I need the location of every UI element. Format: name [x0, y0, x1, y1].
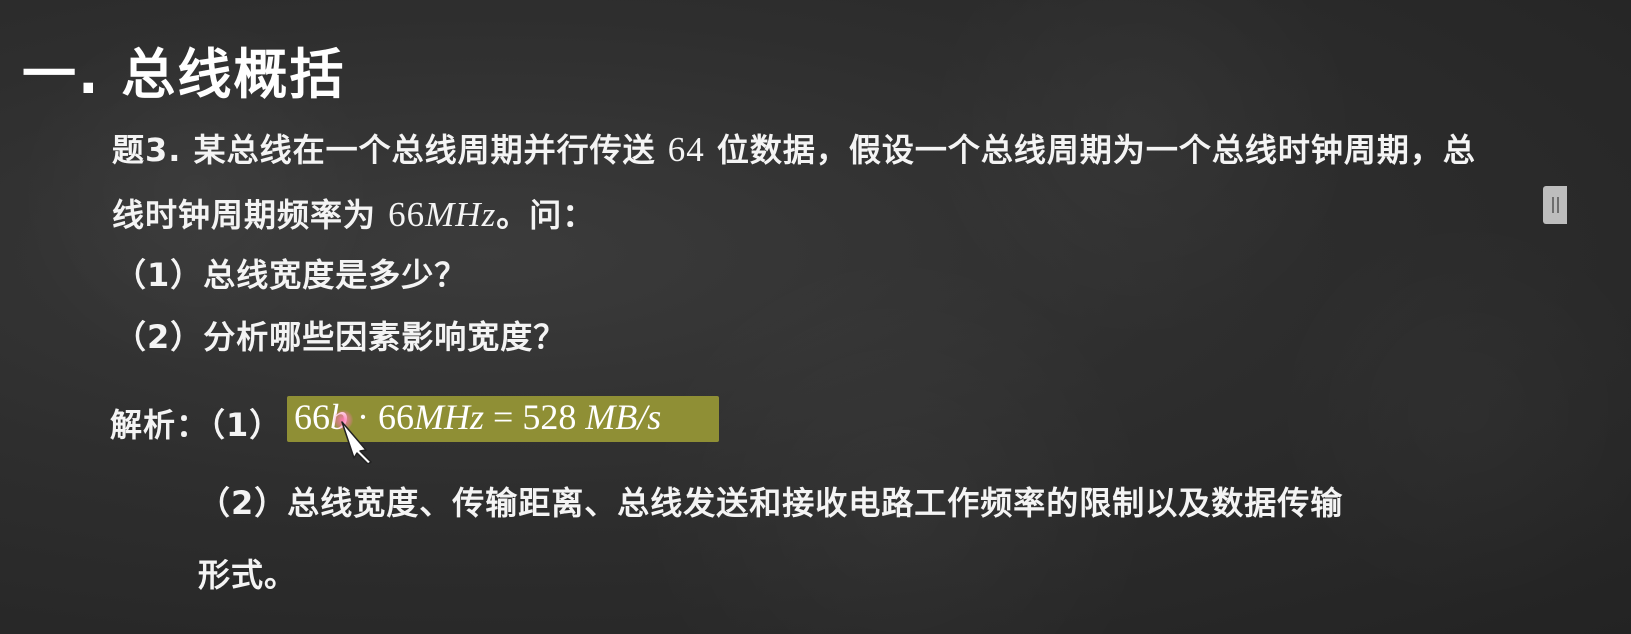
answer-label: 解析：（1） [110, 406, 283, 444]
question-frequency: 66MHz [388, 195, 496, 234]
section-title: 一. 总线概括 [22, 43, 346, 106]
question-line-2-prefix: 线时钟周期频率为 [112, 196, 389, 234]
question-line-2-suffix: 。问： [496, 196, 596, 234]
pen-cursor-icon [341, 421, 372, 464]
formula-result: 528 [522, 397, 577, 437]
question-frequency-unit: MHz [425, 195, 497, 234]
question-line-1-suffix: 位数据，假设一个总线周期为一个总线时钟周期，总 [704, 131, 1476, 169]
panel-handle-icon[interactable] [1543, 186, 1567, 224]
question-line-1: 题3. 某总线在一个总线周期并行传送 64 位数据，假设一个总线周期为一个总线时… [112, 125, 1476, 171]
question-frequency-number: 66 [388, 195, 426, 234]
formula-equals: = [484, 397, 523, 437]
question-line-1-prefix: 题3. 某总线在一个总线周期并行传送 [112, 131, 668, 169]
answer-part-2-line-2: 形式。 [198, 556, 298, 594]
formula-frequency-unit: MHz [414, 397, 484, 437]
question-bit-count: 64 [667, 130, 705, 169]
formula-width-number: 66 [294, 397, 330, 437]
handle-grip-bar [1556, 197, 1559, 213]
answer-part-2-line-1: （2）总线宽度、传输距离、总线发送和接收电路工作频率的限制以及数据传输 [198, 484, 1344, 522]
sub-question-1: （1）总线宽度是多少？ [114, 256, 468, 294]
sub-question-2: （2）分析哪些因素影响宽度？ [114, 318, 567, 356]
formula-frequency-number: 66 [378, 397, 414, 437]
handle-grip-bar [1551, 197, 1554, 213]
formula-result-unit: MB/s [576, 397, 662, 437]
question-line-2: 线时钟周期频率为 66MHz。问： [112, 190, 595, 236]
